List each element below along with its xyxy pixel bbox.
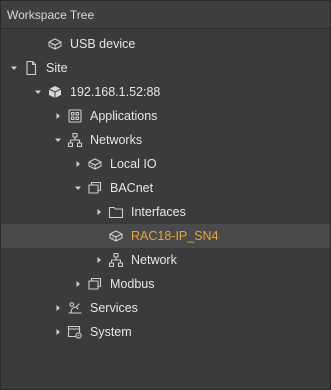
tree-item-label: Interfaces	[131, 205, 186, 219]
tree-item[interactable]: Local IO	[1, 152, 330, 176]
tree-item-label: Modbus	[110, 277, 155, 291]
workspace-tree-panel: Workspace Tree USB device Site 192.168.1.5…	[0, 0, 331, 390]
modbus-icon	[87, 276, 103, 292]
services-icon	[67, 300, 83, 316]
chevron-right-icon[interactable]	[73, 279, 83, 289]
tree-item-label: RAC18-IP_SN4	[131, 229, 219, 243]
bacnet-icon	[87, 180, 103, 196]
chevron-down-icon[interactable]	[53, 135, 63, 145]
usb-device-icon	[47, 36, 63, 52]
caret-placeholder	[94, 231, 104, 241]
tree-item[interactable]: Modbus	[1, 272, 330, 296]
chevron-right-icon[interactable]	[53, 327, 63, 337]
chevron-right-icon[interactable]	[73, 159, 83, 169]
tree-item-label: Site	[46, 61, 68, 75]
network-icon	[67, 132, 83, 148]
tree-item[interactable]: USB device	[1, 32, 330, 56]
tree-item-label: BACnet	[110, 181, 154, 195]
tree-item[interactable]: Services	[1, 296, 330, 320]
tree-item-label: System	[90, 325, 132, 339]
tree-item[interactable]: RAC18-IP_SN4	[1, 224, 330, 248]
system-icon	[67, 324, 83, 340]
local-io-icon	[87, 156, 103, 172]
tree-item[interactable]: Applications	[1, 104, 330, 128]
tree-item[interactable]: Interfaces	[1, 200, 330, 224]
chevron-right-icon[interactable]	[53, 111, 63, 121]
tree-item[interactable]: System	[1, 320, 330, 344]
tree-item[interactable]: 192.168.1.52:88	[1, 80, 330, 104]
tree-item[interactable]: Network	[1, 248, 330, 272]
chevron-right-icon[interactable]	[94, 255, 104, 265]
document-icon	[23, 60, 39, 76]
device-icon	[108, 228, 124, 244]
scrollbar[interactable]	[326, 30, 329, 387]
chevron-right-icon[interactable]	[94, 207, 104, 217]
tree-item[interactable]: Site	[1, 56, 330, 80]
chevron-down-icon[interactable]	[73, 183, 83, 193]
tree-item-label: Network	[131, 253, 177, 267]
tree-item-label: Applications	[90, 109, 158, 123]
tree-item-label: 192.168.1.52:88	[70, 85, 161, 99]
tree-item[interactable]: BACnet	[1, 176, 330, 200]
tree-item[interactable]: Networks	[1, 128, 330, 152]
panel-title: Workspace Tree	[1, 1, 330, 29]
tree-item-label: Networks	[90, 133, 143, 147]
tree-item-label: Local IO	[110, 157, 157, 171]
tree-item-label: Services	[90, 301, 138, 315]
controller-icon	[47, 84, 63, 100]
network-icon	[108, 252, 124, 268]
tree-item-label: USB device	[70, 37, 136, 51]
folder-icon	[108, 204, 124, 220]
chevron-right-icon[interactable]	[53, 303, 63, 313]
workspace-tree: USB device Site 192.168.1.52:88 Application…	[1, 29, 330, 344]
chevron-down-icon[interactable]	[9, 63, 19, 73]
applications-icon	[67, 108, 83, 124]
caret-placeholder	[33, 39, 43, 49]
chevron-down-icon[interactable]	[33, 87, 43, 97]
